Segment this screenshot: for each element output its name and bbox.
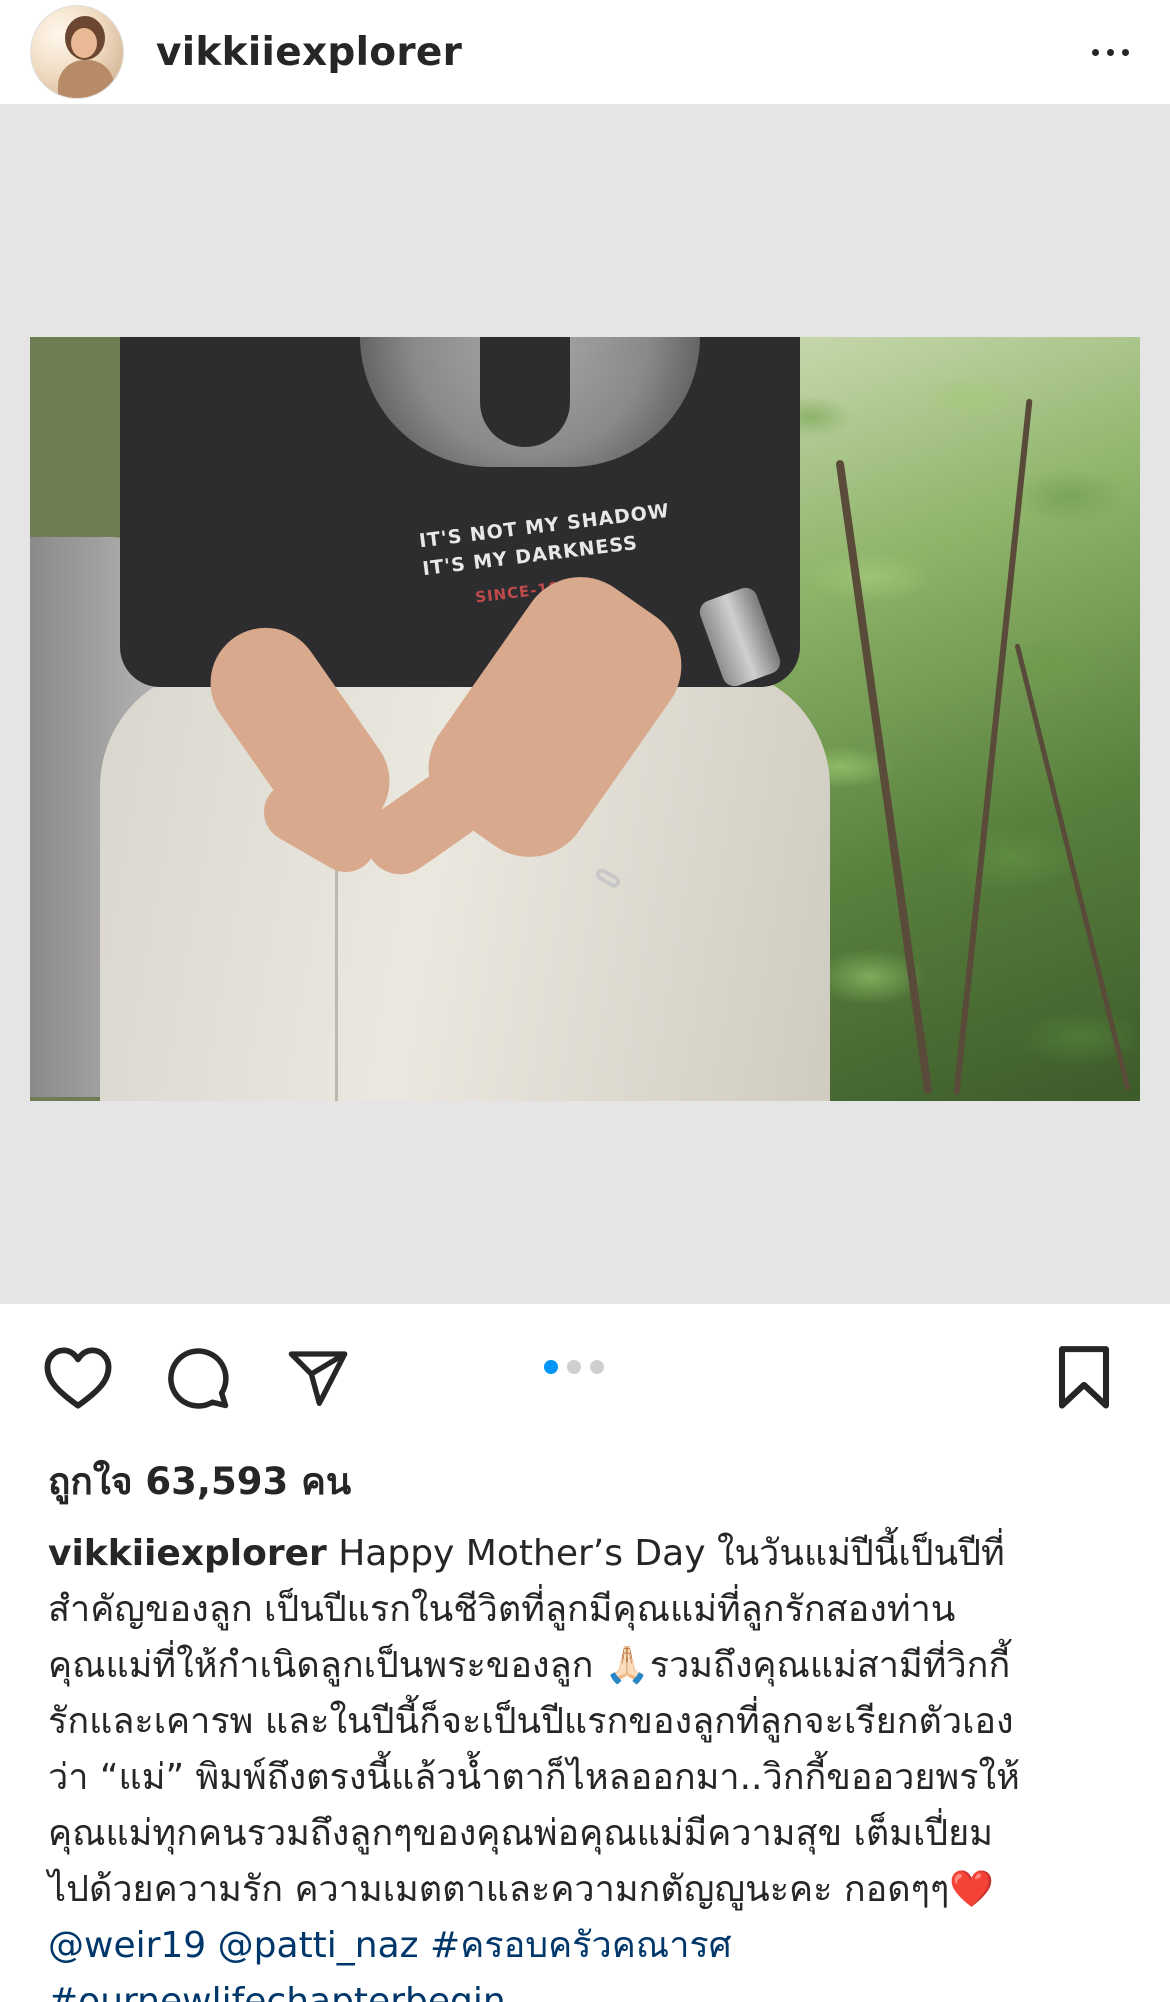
bookmark-icon [1058, 1346, 1110, 1409]
caption-text-line: รักและเคารพ และในปีนี้ก็จะเป็นปีแรกของลู… [48, 1701, 1014, 1742]
caption-text-line: ไปด้วยความรัก ความเมตตาและความกตัญญูนะคะ… [48, 1869, 950, 1910]
like-button[interactable] [38, 1338, 118, 1418]
shirt-print-text: IT'S NOT MY SHADOW IT'S MY DARKNESS [417, 499, 671, 581]
caption-text-line: Happy Mother’s Day ในวันแม่ปีนี้เป็นปีที… [326, 1533, 1005, 1574]
caption-text-line: ว่า “แม่” พิมพ์ถึงตรงนี้แล้วน้ำตาก็ไหลออ… [48, 1757, 1020, 1798]
avatar[interactable] [30, 5, 124, 99]
mention-link[interactable]: @patti_naz [218, 1925, 419, 1966]
comment-button[interactable] [158, 1338, 238, 1418]
caption-text-line: คุณแม่ที่ให้กำเนิดลูกเป็นพระของลูก [48, 1645, 605, 1686]
caption-text-line: รวมถึงคุณแม่สามีที่วิกกี้ [649, 1645, 1011, 1686]
post-username[interactable]: vikkiiexplorer [156, 30, 462, 75]
hashtag-link[interactable]: #ournewlifechapterbegin [48, 1981, 506, 2002]
carousel-dot-active [544, 1360, 558, 1374]
hashtag-link[interactable]: #ครอบครัวคณารศ [430, 1925, 732, 1966]
share-button[interactable] [278, 1338, 358, 1418]
post-header: vikkiiexplorer [0, 0, 1170, 104]
black-tshirt: IT'S NOT MY SHADOW IT'S MY DARKNESS SINC… [120, 337, 800, 687]
action-bar [0, 1304, 1170, 1444]
pray-emoji: 🙏🏻 [604, 1645, 650, 1686]
save-button[interactable] [1044, 1338, 1124, 1418]
caption-username[interactable]: vikkiiexplorer [48, 1533, 327, 1574]
comment-bubble-icon [168, 1348, 229, 1409]
carousel-dot [590, 1360, 604, 1374]
carousel-dot [567, 1360, 581, 1374]
heart-outline-icon [44, 1347, 112, 1409]
more-horizontal-icon [1091, 48, 1099, 56]
paper-plane-icon [288, 1351, 348, 1406]
caption-text-line: คุณแม่ทุกคนรวมถึงลูกๆของคุณพ่อคุณแม่มีคว… [48, 1813, 993, 1854]
caption-text-line: สำคัญของลูก เป็นปีแรกในชีวิตที่ลูกมีคุณแ… [48, 1589, 956, 1630]
post-photo[interactable]: IT'S NOT MY SHADOW IT'S MY DARKNESS SINC… [30, 337, 1140, 1101]
post-media[interactable]: IT'S NOT MY SHADOW IT'S MY DARKNESS SINC… [0, 104, 1170, 1304]
more-options-button[interactable] [1080, 22, 1140, 82]
likes-count[interactable]: ถูกใจ 63,593 คน [48, 1452, 351, 1511]
mention-link[interactable]: @weir19 [48, 1925, 206, 1966]
carousel-indicator [544, 1360, 604, 1374]
post-caption: vikkiiexplorer Happy Mother’s Day ในวันแ… [48, 1526, 1138, 2002]
red-heart-emoji: ❤️ [949, 1869, 995, 1910]
